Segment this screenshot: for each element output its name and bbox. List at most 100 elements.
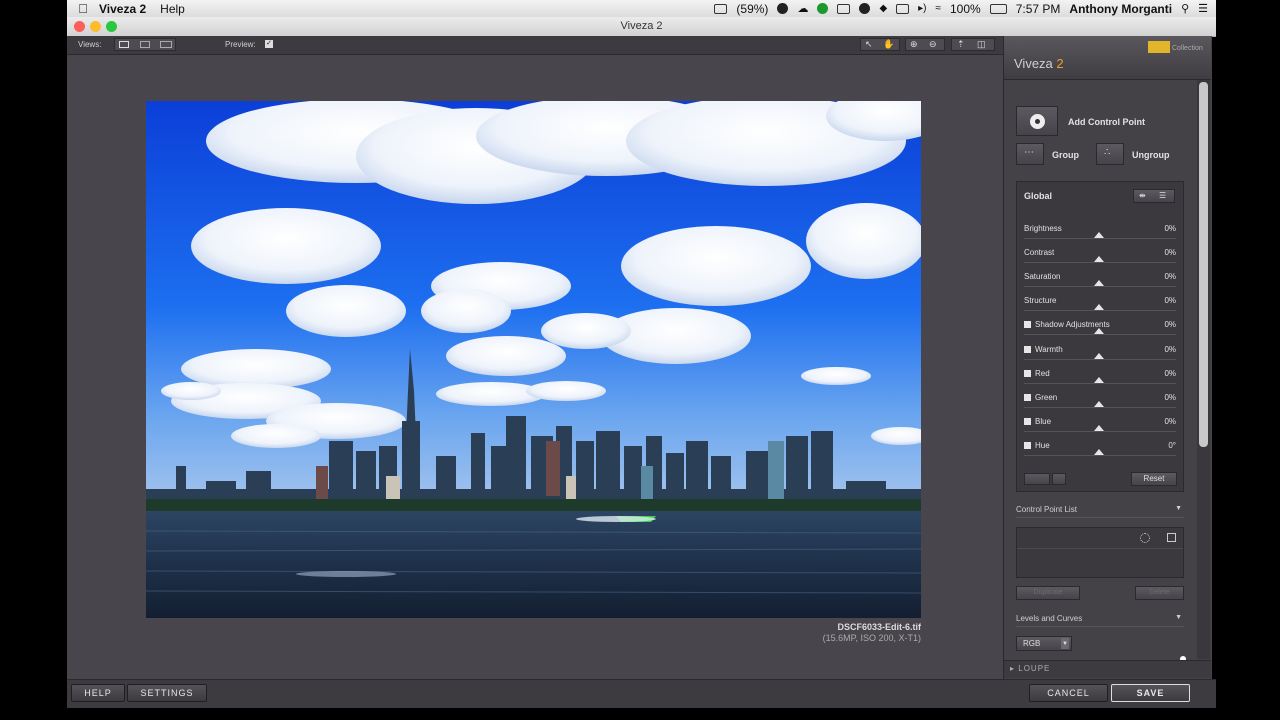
add-control-point-button[interactable] [1016,106,1058,136]
slider-enable-checkbox[interactable] [1024,394,1031,401]
apple-menu-icon[interactable]:  [67,1,99,16]
slider-track[interactable] [1024,455,1176,456]
slider-track[interactable] [1024,334,1176,335]
slider-track[interactable] [1024,359,1176,360]
slider-shadow-adjustments[interactable]: Shadow Adjustments 0% [1024,320,1176,344]
slider-knob-icon[interactable] [1094,425,1104,431]
close-window-icon[interactable] [74,21,85,32]
slider-track[interactable] [1024,407,1176,408]
slider-knob-icon[interactable] [1094,256,1104,262]
app-menu[interactable]: Viveza 2 [99,2,146,16]
preview-image[interactable] [146,101,921,618]
hand-tool-icon[interactable]: ✋ [883,39,894,50]
expand-arrow-icon[interactable]: ▼ [1175,614,1182,621]
upload-icon[interactable]: ⇡ [957,39,965,50]
panel-header: Collection Viveza 2 [1004,36,1211,80]
control-point-visibility-icon[interactable] [1140,533,1150,543]
slider-brightness[interactable]: Brightness 0% [1024,224,1176,248]
slider-knob-icon[interactable] [1094,328,1104,334]
slider-contrast[interactable]: Contrast 0% [1024,248,1176,272]
wifi-icon[interactable]: ≈ [936,3,942,14]
expand-arrow-icon[interactable]: ▼ [1175,505,1182,512]
list-icon[interactable]: ☰ [1159,191,1166,200]
group-button[interactable]: ⋯ [1016,143,1044,165]
volume-icon[interactable]: ▸) [918,3,926,14]
slider-knob-icon[interactable] [1094,304,1104,310]
slider-green[interactable]: Green 0% [1024,393,1176,417]
slider-track[interactable] [1024,286,1176,287]
levels-and-curves-header[interactable]: Levels and Curves ▼ [1016,614,1184,627]
slider-enable-checkbox[interactable] [1024,370,1031,377]
slider-label-text: Hue [1035,441,1050,450]
eyedropper-toggle-icon[interactable] [1052,473,1066,485]
slider-label: Brightness [1024,224,1062,233]
slider-track[interactable] [1024,310,1176,311]
preview-checkbox[interactable]: ✓ [265,40,273,48]
loupe-section[interactable]: ▸ LOUPE [1004,660,1211,678]
slider-enable-checkbox[interactable] [1024,418,1031,425]
eyedropper-button[interactable] [1024,473,1050,485]
dropbox-icon[interactable]: ◆ [879,3,887,14]
slider-knob-icon[interactable] [1094,401,1104,407]
battery-device-icon[interactable] [714,3,728,14]
zoom-out-icon[interactable]: ⊖ [929,39,937,50]
slider-enable-checkbox[interactable] [1024,321,1031,328]
settings-button[interactable]: SETTINGS [127,684,207,702]
slider-warmth[interactable]: Warmth 0% [1024,345,1176,369]
preview-label: Preview: [225,40,256,49]
slider-track[interactable] [1024,383,1176,384]
collapse-icon[interactable]: ⇼ [1139,191,1146,200]
help-menu[interactable]: Help [160,2,185,16]
shield-icon[interactable] [859,3,871,14]
slider-knob-icon[interactable] [1094,232,1104,238]
eye-icon[interactable] [777,3,789,14]
control-point-list[interactable] [1016,527,1184,578]
ungroup-button[interactable]: ∴ [1096,143,1124,165]
help-button[interactable]: HELP [71,684,125,702]
cancel-button[interactable]: CANCEL [1029,684,1108,702]
delete-button[interactable]: Delete [1135,586,1184,600]
window-title: Viveza 2 [620,20,663,32]
slider-track[interactable] [1024,262,1176,263]
slider-knob-icon[interactable] [1094,353,1104,359]
channel-select[interactable]: RGB ▼ [1016,636,1072,651]
panel-scrollbar-thumb[interactable] [1199,82,1208,447]
slider-track[interactable] [1024,431,1176,432]
panel-toggle-icon[interactable]: ◫ [977,39,986,50]
zoom-window-icon[interactable] [106,21,117,32]
slider-track[interactable] [1024,238,1176,239]
save-button[interactable]: SAVE [1111,684,1190,702]
slider-knob-icon[interactable] [1094,280,1104,286]
slider-knob-icon[interactable] [1094,377,1104,383]
control-point-list-header[interactable]: Control Point List ▼ [1016,505,1184,518]
slider-label: Hue [1024,441,1050,450]
clock[interactable]: 7:57 PM [1016,2,1061,16]
slider-red[interactable]: Red 0% [1024,369,1176,393]
side-by-side-view-icon[interactable] [160,41,172,48]
slider-hue[interactable]: Hue 0° [1024,441,1176,465]
display-icon[interactable] [837,3,851,14]
slider-structure[interactable]: Structure 0% [1024,296,1176,320]
slider-knob-icon[interactable] [1094,449,1104,455]
battery-icon[interactable] [989,3,1007,14]
user-menu[interactable]: Anthony Morganti [1069,2,1172,16]
cloud-icon[interactable]: ☁ [797,2,808,15]
pointer-tool-icon[interactable]: ↖ [865,39,873,50]
views-switcher [114,38,176,51]
notification-center-icon[interactable]: ☰ [1198,2,1208,15]
spotlight-search-icon[interactable]: ⚲ [1181,2,1189,15]
single-view-icon[interactable] [119,41,129,48]
evernote-icon[interactable] [817,3,829,14]
slider-enable-checkbox[interactable] [1024,346,1031,353]
reset-button[interactable]: Reset [1131,472,1177,486]
control-point-mask-icon[interactable] [1167,533,1176,542]
duplicate-button[interactable]: Duplicate [1016,586,1080,600]
slider-saturation[interactable]: Saturation 0% [1024,272,1176,296]
slider-label: Blue [1024,417,1051,426]
minimize-window-icon[interactable] [90,21,101,32]
split-view-icon[interactable] [140,41,150,48]
airplay-icon[interactable] [896,3,910,14]
slider-blue[interactable]: Blue 0% [1024,417,1176,441]
slider-enable-checkbox[interactable] [1024,442,1031,449]
zoom-in-icon[interactable]: ⊕ [910,39,918,50]
